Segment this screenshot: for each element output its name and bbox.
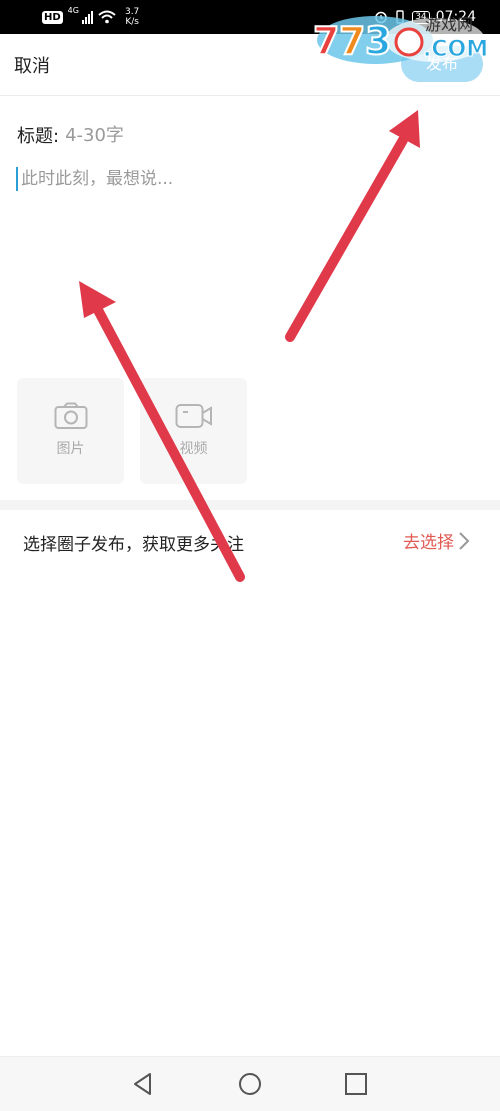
wifi-icon xyxy=(98,10,116,24)
circle-select-row[interactable]: 选择圈子发布，获取更多关注 去选择 xyxy=(0,510,500,572)
home-icon[interactable] xyxy=(237,1071,263,1097)
chevron-right-icon xyxy=(459,531,470,550)
title-input[interactable] xyxy=(65,124,366,146)
network-speed: 3.7 K/s xyxy=(125,7,139,27)
camera-icon xyxy=(54,402,87,429)
choose-circle-label: 去选择 xyxy=(403,533,454,553)
svg-text:3: 3 xyxy=(365,19,391,63)
status-left: HD 4G 3.7 K/s xyxy=(42,6,139,28)
add-image-button[interactable]: 图片 xyxy=(17,378,124,484)
back-icon[interactable] xyxy=(130,1071,156,1097)
speed-value: 3.7 xyxy=(124,7,140,17)
video-label: 视频 xyxy=(179,441,208,457)
choose-circle-button[interactable]: 去选择 xyxy=(403,528,470,553)
content-input[interactable] xyxy=(21,164,471,194)
section-divider xyxy=(0,500,500,510)
svg-text:7: 7 xyxy=(339,19,365,63)
network-type: 4G xyxy=(67,6,79,15)
cancel-button[interactable]: 取消 xyxy=(14,52,50,78)
hd-badge: HD xyxy=(42,10,63,24)
add-video-button[interactable]: 视频 xyxy=(140,378,247,484)
text-cursor xyxy=(16,167,18,191)
signal-icon xyxy=(81,10,93,24)
svg-text:.COM: .COM xyxy=(423,37,488,62)
svg-text:7: 7 xyxy=(313,19,339,63)
title-label: 标题: xyxy=(17,126,60,147)
system-nav-bar xyxy=(0,1056,500,1111)
title-row: 标题: xyxy=(17,122,366,148)
content-area[interactable] xyxy=(16,164,476,314)
site-watermark-logo: 7 7 3 .COM 游戏网 xyxy=(305,2,495,70)
circle-prompt: 选择圈子发布，获取更多关注 xyxy=(23,535,244,555)
watermark-tag: 游戏网 xyxy=(425,15,473,34)
recents-icon[interactable] xyxy=(343,1071,369,1097)
video-camera-icon xyxy=(175,404,212,428)
speed-unit: K/s xyxy=(125,17,139,27)
image-label: 图片 xyxy=(56,441,85,457)
